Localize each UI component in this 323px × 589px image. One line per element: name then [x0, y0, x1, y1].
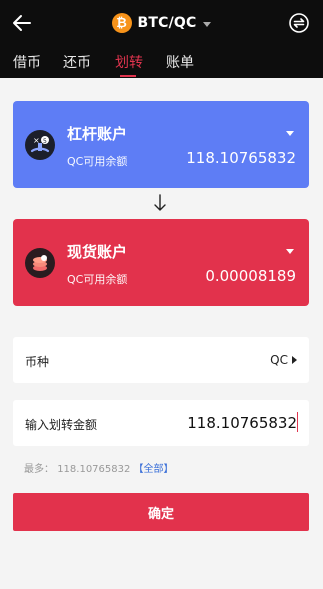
spot-account-icon	[25, 248, 55, 278]
from-account-card[interactable]: × 5 杠杆账户 QC可用余额 118.10765832	[13, 101, 309, 188]
swap-icon[interactable]	[287, 11, 311, 35]
top-bar: ₿ BTC/QC 借币 还币 划转 账单	[0, 0, 323, 78]
svg-text:5: 5	[43, 138, 47, 145]
currency-selector[interactable]: 币种 QC	[13, 337, 309, 383]
to-balance-value: 0.00008189	[205, 267, 296, 285]
bitcoin-icon: ₿	[111, 13, 132, 33]
arrow-down-icon	[154, 194, 166, 211]
pair-name: BTC/QC	[137, 15, 197, 31]
from-balance-label: QC可用余额	[67, 155, 128, 168]
max-value: 118.10765832	[57, 464, 131, 475]
svg-text:×: ×	[33, 136, 40, 145]
to-account-title: 现货账户	[67, 243, 128, 261]
chevron-down-icon	[203, 21, 212, 27]
all-link[interactable]: 【全部】	[134, 464, 174, 475]
chevron-down-icon[interactable]	[286, 131, 294, 136]
margin-account-icon: × 5	[25, 130, 55, 160]
amount-row: 输入划转金额	[13, 400, 309, 446]
max-amount-hint: 最多： 118.10765832 【全部】	[24, 460, 174, 475]
from-balance-value: 118.10765832	[186, 149, 296, 167]
confirm-button[interactable]: 确定	[13, 493, 309, 531]
currency-label: 币种	[25, 355, 50, 369]
tab-bar: 借币 还币 划转 账单	[0, 52, 323, 78]
max-label: 最多：	[24, 464, 54, 475]
active-tab-indicator	[120, 75, 136, 77]
tab-transfer[interactable]: 划转	[115, 52, 143, 72]
to-balance-label: QC可用余额	[67, 273, 128, 286]
chevron-down-icon[interactable]	[286, 249, 294, 254]
amount-input[interactable]	[127, 412, 297, 434]
to-account-card[interactable]: 现货账户 QC可用余额 0.00008189	[13, 219, 309, 306]
tab-borrow[interactable]: 借币	[13, 52, 41, 72]
pair-selector[interactable]: ₿ BTC/QC	[0, 11, 323, 35]
text-cursor	[297, 412, 298, 432]
chevron-right-icon	[292, 356, 297, 364]
tab-repay[interactable]: 还币	[63, 52, 91, 72]
amount-label: 输入划转金额	[25, 418, 98, 432]
transfer-panel: × 5 杠杆账户 QC可用余额 118.10765832 现货账户 QC可用余额…	[0, 78, 323, 589]
tab-bills[interactable]: 账单	[166, 52, 194, 72]
from-account-title: 杠杆账户	[67, 125, 128, 143]
currency-value: QC	[270, 353, 288, 367]
